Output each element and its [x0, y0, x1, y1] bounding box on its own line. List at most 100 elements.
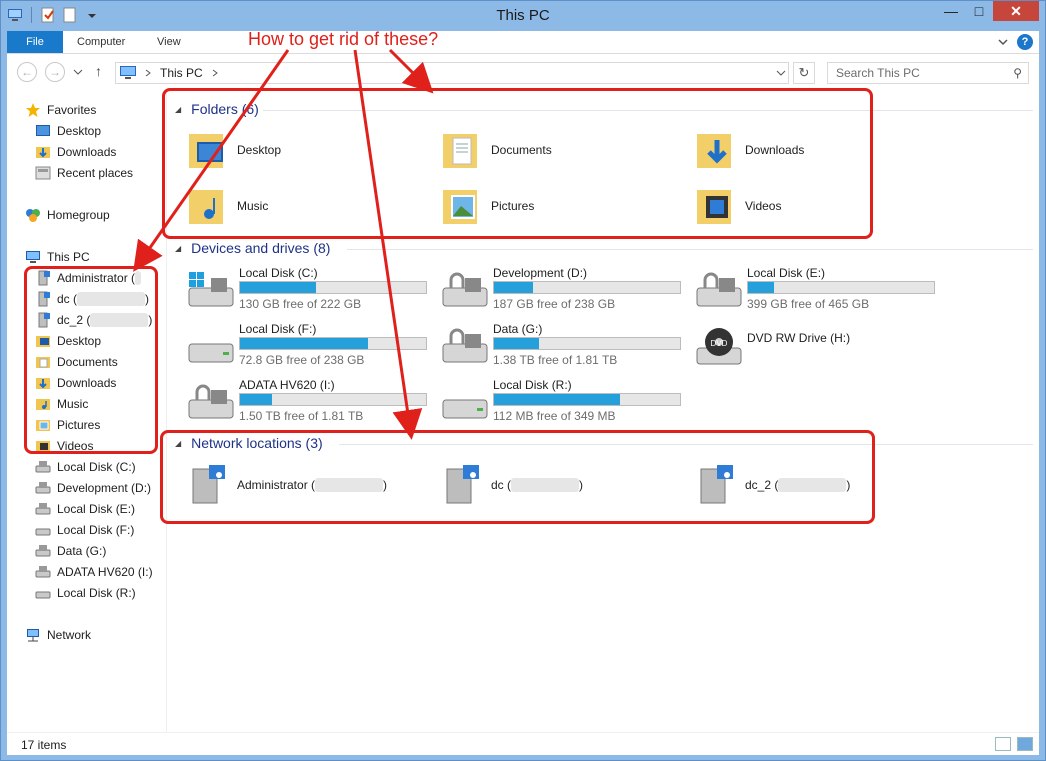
folder-name: Music	[237, 199, 269, 213]
minimize-button[interactable]: —	[937, 1, 965, 21]
drive-item[interactable]: ADATA HV620 (I:) 1.50 TB free of 1.81 TB	[187, 376, 432, 426]
nav-label: Local Disk (E:)	[57, 502, 136, 516]
collapse-icon[interactable]: ◢	[175, 439, 181, 448]
recent-locations-icon[interactable]	[73, 68, 83, 76]
network-location-name: dc ()	[491, 478, 583, 493]
nav-item-adata-i[interactable]: ADATA HV620 (I:)	[35, 562, 153, 582]
nav-item-downloads[interactable]: Downloads	[35, 142, 116, 162]
drive-free-space: 399 GB free of 465 GB	[747, 297, 870, 311]
drive-item[interactable]: Local Disk (C:) 130 GB free of 222 GB	[187, 264, 432, 314]
nav-item-development-d[interactable]: Development (D:)	[35, 478, 151, 498]
address-dropdown-icon[interactable]	[776, 65, 786, 81]
tab-view[interactable]: View	[145, 31, 193, 53]
up-arrow-icon[interactable]: ↑	[95, 63, 102, 79]
drive-usage-fill	[494, 282, 534, 293]
back-button[interactable]: ←	[17, 62, 37, 82]
nav-item-local-disk-r[interactable]: Local Disk (R:)	[35, 583, 136, 603]
drive-free-space: 187 GB free of 238 GB	[493, 297, 616, 311]
downloads-folder-icon	[697, 134, 731, 168]
star-icon	[26, 103, 40, 117]
drive-item[interactable]: Data (G:) 1.38 TB free of 1.81 TB	[441, 320, 686, 370]
redacted-text	[511, 478, 580, 493]
network-location-item[interactable]: dc_2 ()	[695, 460, 945, 510]
help-icon[interactable]: ?	[1017, 34, 1033, 50]
details-view-icon[interactable]	[995, 737, 1011, 751]
collapse-icon[interactable]: ◢	[175, 244, 181, 253]
group-divider	[263, 110, 1033, 111]
nav-item-documents[interactable]: Documents	[35, 352, 118, 372]
drive-usage-bar	[239, 281, 427, 294]
nav-item-desktop-pc[interactable]: Desktop	[35, 331, 101, 351]
drive-item[interactable]: Local Disk (F:) 72.8 GB free of 238 GB	[187, 320, 432, 370]
nav-item-dc-2[interactable]: dc_2 ()	[35, 310, 152, 330]
breadcrumb-arrow-icon[interactable]	[144, 69, 152, 77]
nav-label: Network	[47, 628, 92, 642]
network-location-item[interactable]: Administrator ()	[187, 460, 437, 510]
dvd-drive-icon: DVD	[696, 328, 742, 365]
maximize-button[interactable]: □	[965, 1, 993, 21]
desktop-folder-icon	[36, 336, 50, 347]
nav-label: Downloads	[57, 376, 117, 390]
folder-item[interactable]: Documents	[441, 125, 681, 175]
nav-item-local-disk-f[interactable]: Local Disk (F:)	[35, 520, 134, 540]
nav-item-local-disk-c[interactable]: Local Disk (C:)	[35, 457, 136, 477]
pictures-folder-icon	[443, 190, 477, 224]
group-header-network[interactable]: ◢ Network locations (3)	[175, 435, 323, 451]
tab-file[interactable]: File	[7, 31, 63, 53]
collapse-icon[interactable]: ◢	[175, 105, 181, 114]
folder-item[interactable]: Pictures	[441, 181, 681, 231]
group-divider	[347, 249, 1033, 250]
close-button[interactable]: ✕	[993, 1, 1039, 21]
nav-favorites[interactable]: Favorites	[25, 100, 96, 120]
network-location-name: Administrator ()	[237, 478, 387, 493]
name-prefix: Administrator (	[237, 477, 316, 492]
network-location-name: dc_2 ()	[745, 478, 850, 493]
drive-free-space: 72.8 GB free of 238 GB	[239, 353, 365, 367]
view-switcher	[995, 737, 1033, 751]
search-icon[interactable]: ⚲	[1013, 63, 1022, 83]
status-bar: 17 items	[7, 732, 1039, 755]
nav-item-videos[interactable]: Videos	[35, 436, 93, 456]
drive-item[interactable]: Local Disk (R:) 112 MB free of 349 MB	[441, 376, 686, 426]
drive-item[interactable]: Local Disk (E:) 399 GB free of 465 GB	[695, 264, 940, 314]
network-location-item[interactable]: dc ()	[441, 460, 691, 510]
forward-button[interactable]: →	[45, 62, 65, 82]
drive-icon	[35, 461, 51, 473]
address-bar[interactable]: This PC	[115, 62, 789, 84]
group-header-devices[interactable]: ◢ Devices and drives (8)	[175, 240, 330, 256]
nav-item-administrator[interactable]: Administrator (	[35, 268, 142, 288]
folder-item[interactable]: Music	[187, 181, 427, 231]
folder-item[interactable]: Downloads	[695, 125, 935, 175]
network-drive-icon	[192, 465, 225, 504]
nav-homegroup[interactable]: Homegroup	[25, 205, 110, 225]
search-input[interactable]: Search This PC ⚲	[827, 62, 1029, 84]
nav-label: Pictures	[57, 418, 101, 432]
window-title: This PC	[496, 7, 550, 24]
nav-item-local-disk-e[interactable]: Local Disk (E:)	[35, 499, 135, 519]
drive-usage-fill	[494, 338, 539, 349]
title-bar: This PC — □ ✕	[1, 1, 1045, 30]
nav-item-pictures[interactable]: Pictures	[35, 415, 100, 435]
drive-name: Local Disk (C:)	[239, 266, 318, 280]
group-header-folders[interactable]: ◢ Folders (6)	[175, 101, 259, 117]
expand-ribbon-icon[interactable]	[997, 36, 1009, 48]
folder-item[interactable]: Videos	[695, 181, 935, 231]
breadcrumb[interactable]: This PC	[160, 66, 203, 80]
nav-item-data-g[interactable]: Data (G:)	[35, 541, 106, 561]
nav-label: Favorites	[47, 103, 97, 117]
folder-item[interactable]: Desktop	[187, 125, 427, 175]
nav-item-dc[interactable]: dc ()	[35, 289, 149, 309]
nav-item-downloads-pc[interactable]: Downloads	[35, 373, 116, 393]
tab-computer[interactable]: Computer	[65, 31, 137, 53]
nav-network[interactable]: Network	[25, 625, 91, 645]
drive-item[interactable]: Development (D:) 187 GB free of 238 GB	[441, 264, 686, 314]
breadcrumb-arrow-icon[interactable]	[211, 69, 219, 77]
drive-item[interactable]: DVD DVD RW Drive (H:)	[695, 320, 940, 370]
nav-item-music[interactable]: Music	[35, 394, 88, 414]
nav-item-recent-places[interactable]: Recent places	[35, 163, 133, 183]
refresh-button[interactable]: ↻	[793, 62, 815, 84]
large-icons-view-icon[interactable]	[1017, 737, 1033, 751]
nav-this-pc[interactable]: This PC	[25, 247, 90, 267]
desktop-folder-icon	[189, 134, 223, 168]
nav-item-desktop[interactable]: Desktop	[35, 121, 101, 141]
